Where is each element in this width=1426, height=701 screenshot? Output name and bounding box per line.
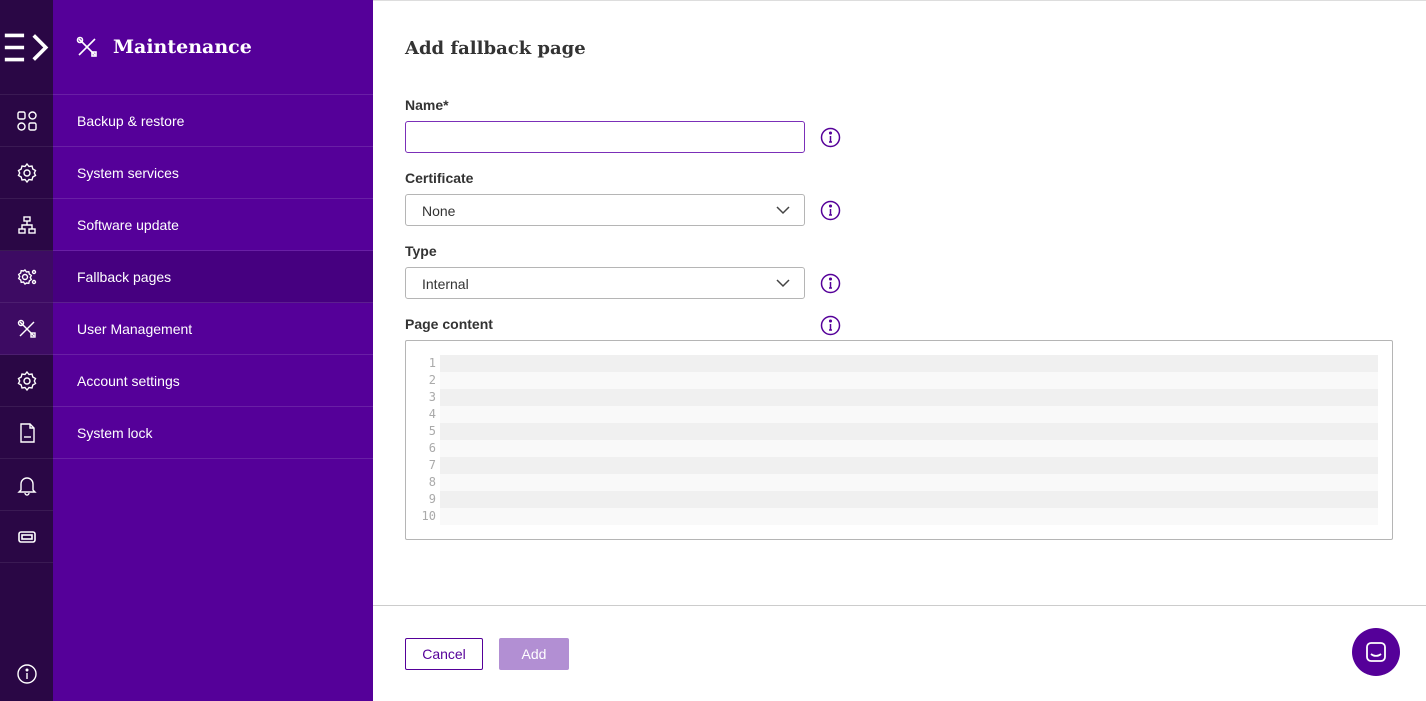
sidebar-item-software-update[interactable]: Software update xyxy=(53,199,373,251)
page-content-label: Page content xyxy=(405,316,493,332)
main-panel: Add fallback page Name* Certificate None… xyxy=(373,0,1426,701)
sidebar-item-fallback-pages[interactable]: Fallback pages xyxy=(53,251,373,303)
expand-menu-icon[interactable] xyxy=(0,0,53,95)
name-field[interactable] xyxy=(405,121,805,153)
tools-icon xyxy=(76,36,97,57)
chevron-down-icon xyxy=(776,279,790,288)
page-content-editor[interactable]: 1 2 3 4 5 6 7 8 9 10 xyxy=(405,340,1393,540)
chat-icon xyxy=(1366,642,1386,662)
sidebar-title: Maintenance xyxy=(113,36,252,58)
certificate-select[interactable]: None xyxy=(405,194,805,226)
add-button[interactable]: Add xyxy=(499,638,569,670)
name-label: Name* xyxy=(405,97,449,113)
line-number: 3 xyxy=(428,390,436,404)
code-line[interactable] xyxy=(440,491,1378,508)
type-label: Type xyxy=(405,243,437,259)
tools-icon[interactable] xyxy=(0,303,53,355)
code-line[interactable] xyxy=(440,406,1378,423)
page-title: Add fallback page xyxy=(405,38,586,59)
certificate-label: Certificate xyxy=(405,170,474,186)
gear-settings-icon[interactable] xyxy=(0,251,53,303)
code-line[interactable] xyxy=(440,440,1378,457)
icon-rail xyxy=(0,0,53,701)
line-number: 5 xyxy=(428,424,436,438)
sidebar-item-system-services[interactable]: System services xyxy=(53,147,373,199)
line-number: 9 xyxy=(428,492,436,506)
certificate-value: None xyxy=(422,203,456,219)
line-number: 8 xyxy=(428,475,436,489)
info-icon[interactable] xyxy=(820,127,841,148)
code-line[interactable] xyxy=(440,457,1378,474)
sidebar: Maintenance Backup & restore System serv… xyxy=(53,0,373,701)
info-icon[interactable] xyxy=(0,648,53,700)
chevron-down-icon xyxy=(776,206,790,215)
line-number: 7 xyxy=(428,458,436,472)
line-number: 2 xyxy=(428,373,436,387)
log-file-icon[interactable] xyxy=(0,407,53,459)
code-line[interactable] xyxy=(440,372,1378,389)
line-number: 6 xyxy=(428,441,436,455)
gear-shield-icon[interactable] xyxy=(0,147,53,199)
sidebar-header: Maintenance xyxy=(53,0,373,95)
info-icon[interactable] xyxy=(820,200,841,221)
info-icon[interactable] xyxy=(820,315,841,336)
footer-divider xyxy=(373,605,1426,606)
sidebar-item-user-management[interactable]: User Management xyxy=(53,303,373,355)
network-icon[interactable] xyxy=(0,199,53,251)
line-number: 10 xyxy=(421,509,436,523)
bell-icon[interactable] xyxy=(0,459,53,511)
sidebar-item-backup-restore[interactable]: Backup & restore xyxy=(53,95,373,147)
code-line[interactable] xyxy=(440,474,1378,491)
dashboard-icon[interactable] xyxy=(0,95,53,147)
code-line[interactable] xyxy=(440,508,1378,525)
type-select[interactable]: Internal xyxy=(405,267,805,299)
code-line[interactable] xyxy=(440,423,1378,440)
sidebar-item-account-settings[interactable]: Account settings xyxy=(53,355,373,407)
line-number: 1 xyxy=(428,356,436,370)
line-number: 4 xyxy=(428,407,436,421)
code-line[interactable] xyxy=(440,355,1378,372)
line-number-gutter: 1 2 3 4 5 6 7 8 9 10 xyxy=(416,355,436,525)
chat-button[interactable] xyxy=(1352,628,1400,676)
code-line[interactable] xyxy=(440,389,1378,406)
sidebar-item-system-lock[interactable]: System lock xyxy=(53,407,373,459)
settings-icon[interactable] xyxy=(0,355,53,407)
code-lines[interactable] xyxy=(440,355,1378,525)
cancel-button[interactable]: Cancel xyxy=(405,638,483,670)
info-icon[interactable] xyxy=(820,273,841,294)
type-value: Internal xyxy=(422,276,469,292)
ticket-icon[interactable] xyxy=(0,511,53,563)
name-input[interactable] xyxy=(406,122,804,152)
